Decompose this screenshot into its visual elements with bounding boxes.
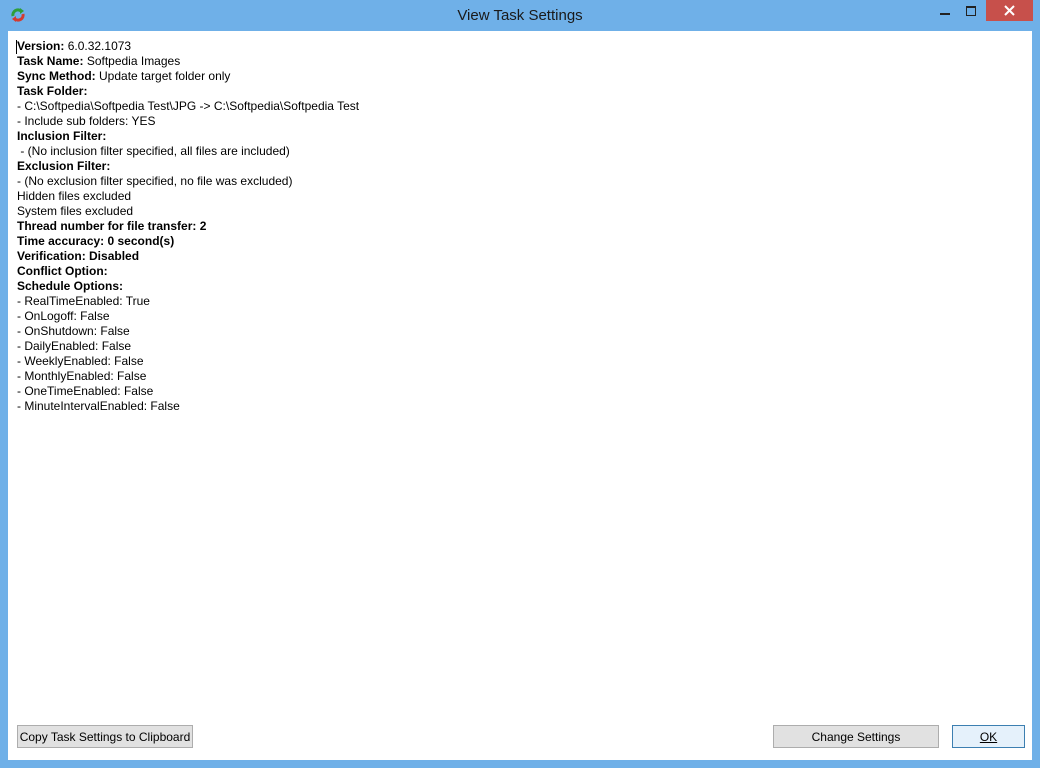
settings-text-area[interactable]: Version: 6.0.32.1073 Task Name: Softpedi… bbox=[8, 31, 1032, 760]
close-icon bbox=[1004, 5, 1015, 16]
schedule-item: - OnLogoff: False bbox=[17, 309, 110, 323]
task-name-label: Task Name: bbox=[17, 54, 87, 68]
schedule-item: - DailyEnabled: False bbox=[17, 339, 132, 353]
sync-method-value: Update target folder only bbox=[99, 69, 231, 83]
inclusion-filter-label: Inclusion Filter: bbox=[17, 129, 107, 143]
task-folder-label: Task Folder: bbox=[17, 84, 88, 98]
minimize-button[interactable] bbox=[932, 0, 958, 21]
window-title: View Task Settings bbox=[457, 7, 583, 24]
change-settings-button[interactable]: Change Settings bbox=[773, 725, 939, 748]
settings-content: Version: 6.0.32.1073 Task Name: Softpedi… bbox=[17, 39, 1017, 414]
schedule-item: - RealTimeEnabled: True bbox=[17, 294, 150, 308]
version-label: Version: bbox=[17, 39, 65, 53]
maximize-icon bbox=[966, 5, 976, 16]
thread-number-line: Thread number for file transfer: 2 bbox=[17, 219, 207, 233]
include-sub-folders: - Include sub folders: YES bbox=[17, 114, 156, 128]
close-button[interactable] bbox=[986, 0, 1033, 21]
schedule-options-label: Schedule Options: bbox=[17, 279, 124, 293]
task-name-value: Softpedia Images bbox=[86, 54, 181, 68]
version-line: Version: 6.0.32.1073 bbox=[17, 39, 1017, 54]
system-files-line: System files excluded bbox=[17, 204, 134, 218]
hidden-files-line: Hidden files excluded bbox=[17, 189, 132, 203]
view-task-settings-window: View Task Settings Version: 6.0.32.1073 … bbox=[0, 0, 1040, 768]
ok-button-label: OK bbox=[979, 729, 998, 744]
ok-button[interactable]: OK bbox=[952, 725, 1025, 748]
conflict-option-line: Conflict Option: bbox=[17, 264, 108, 278]
task-folder-path: - C:\Softpedia\Softpedia Test\JPG -> C:\… bbox=[17, 99, 360, 113]
sync-method-label: Sync Method: bbox=[17, 69, 100, 83]
sync-method-line: Sync Method: Update target folder only bbox=[17, 69, 1017, 84]
minimize-icon bbox=[940, 12, 950, 15]
schedule-item: - OnShutdown: False bbox=[17, 324, 130, 338]
task-name-line: Task Name: Softpedia Images bbox=[17, 54, 1017, 69]
version-value: 6.0.32.1073 bbox=[64, 39, 132, 53]
schedule-item: - MinuteIntervalEnabled: False bbox=[17, 399, 180, 413]
time-accuracy-line: Time accuracy: 0 second(s) bbox=[17, 234, 175, 248]
inclusion-filter-value: - (No inclusion filter specified, all fi… bbox=[17, 144, 290, 158]
verification-line: Verification: Disabled bbox=[17, 249, 140, 263]
schedule-item: - OneTimeEnabled: False bbox=[17, 384, 154, 398]
title-bar[interactable]: View Task Settings bbox=[0, 0, 1040, 30]
schedule-item: - WeeklyEnabled: False bbox=[17, 354, 144, 368]
schedule-item: - MonthlyEnabled: False bbox=[17, 369, 147, 383]
exclusion-filter-label: Exclusion Filter: bbox=[17, 159, 111, 173]
maximize-button[interactable] bbox=[958, 0, 984, 21]
copy-to-clipboard-button[interactable]: Copy Task Settings to Clipboard bbox=[17, 725, 193, 748]
exclusion-filter-value: - (No exclusion filter specified, no fil… bbox=[17, 174, 293, 188]
